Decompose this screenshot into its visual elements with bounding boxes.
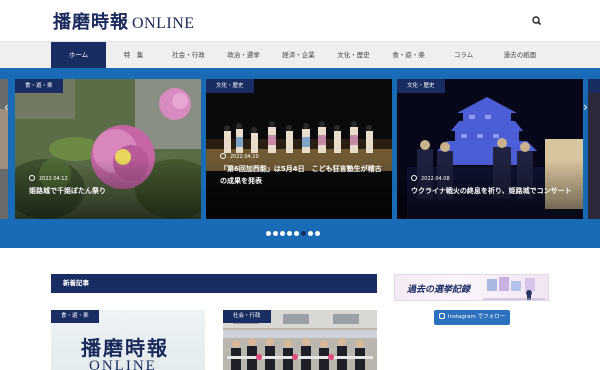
card-title: 「第6回加西能」は5月4日 こども狂言塾生が稽古の成果を発表 [220, 165, 382, 185]
nav-item-culture[interactable]: 文化・歴史 [326, 42, 381, 69]
slider-prev-icon[interactable]: ‹ [4, 100, 9, 114]
ballot-box-illustration [483, 277, 545, 300]
nav-item-politics[interactable]: 政治・選挙 [216, 42, 271, 69]
logo-kanji: 播磨時報 [53, 12, 129, 33]
clock-icon [220, 153, 226, 159]
slider-dot[interactable] [315, 231, 320, 236]
nav-item-home[interactable]: ホーム [51, 42, 106, 69]
clock-icon [29, 175, 35, 181]
latest-article-card[interactable]: 食・遊・楽 播磨時報 ONLINE [51, 310, 205, 370]
slider-dot[interactable] [273, 231, 278, 236]
slider-dot-active[interactable] [301, 231, 306, 236]
instagram-follow-button[interactable]: Instagram でフォロー [434, 310, 510, 325]
card-category[interactable]: 食・遊・楽 [15, 79, 63, 93]
card-category[interactable]: 社会・行政 [223, 310, 271, 323]
instagram-icon [438, 313, 445, 319]
latest-article-card[interactable]: 社会・行政 [223, 310, 377, 370]
card-date: 2022.04.08 [411, 175, 450, 182]
main-nav: ホーム 特 集 社会・行政 政治・選挙 経済・企業 文化・歴史 食・遊・楽 コラ… [0, 41, 600, 69]
card-category[interactable]: 文化・歴史 [206, 79, 254, 93]
slider-card[interactable]: 文化・歴史 2022.04.10 「第6回加西能」は5月4日 こども狂言塾生が稽… [206, 79, 392, 219]
slider-dot[interactable] [294, 231, 299, 236]
logo-online: ONLINE [132, 15, 195, 32]
card-category[interactable]: 文化・歴史 [397, 79, 445, 93]
slider-pagination [266, 231, 320, 237]
nav-item-society[interactable]: 社会・行政 [161, 42, 216, 69]
instagram-label: Instagram でフォロー [447, 314, 506, 320]
slider-card[interactable]: 文化・歴史 2022.04.08 ウクライナ戦火の終息を祈り、姫路城でコンサート [397, 79, 583, 219]
slider-dot[interactable] [287, 231, 292, 236]
card-title: 姫路城で千姫ぼたん祭り [29, 187, 106, 195]
clock-icon [411, 175, 417, 181]
slider-card[interactable]: 食・遊・楽 2022.04.12 姫路城で千姫ぼたん祭り [15, 79, 201, 219]
slider-next-icon[interactable]: › [583, 100, 588, 114]
election-archive-banner[interactable]: 過去の選挙記録 [394, 274, 549, 301]
card-title: ウクライナ戦火の終息を祈り、姫路城でコンサート [411, 187, 572, 195]
nav-item-column[interactable]: コラム [436, 42, 491, 69]
section-heading-latest: 新着記事 [51, 274, 377, 293]
site-logo[interactable]: 播磨時報 ONLINE [53, 8, 195, 34]
nav-item-archive[interactable]: 過去の紙面 [491, 42, 549, 69]
search-icon[interactable] [530, 13, 544, 27]
slider-dot[interactable] [280, 231, 285, 236]
thumb-logo-kanji: 播磨時報 [81, 336, 169, 360]
slider-card-next-peek[interactable] [588, 79, 600, 219]
slider-dot[interactable] [308, 231, 313, 236]
card-date: 2022.04.12 [29, 175, 68, 182]
thumb-logo-online: ONLINE [89, 358, 157, 370]
nav-item-leisure[interactable]: 食・遊・楽 [381, 42, 436, 69]
nav-item-economy[interactable]: 経済・企業 [271, 42, 326, 69]
slider-dot[interactable] [266, 231, 271, 236]
site-header: 播磨時報 ONLINE [0, 0, 600, 41]
card-date: 2022.04.10 [220, 153, 259, 160]
banner-title: 過去の選挙記録 [407, 285, 471, 295]
nav-item-feature[interactable]: 特 集 [106, 42, 161, 69]
card-category[interactable]: 食・遊・楽 [51, 310, 99, 323]
